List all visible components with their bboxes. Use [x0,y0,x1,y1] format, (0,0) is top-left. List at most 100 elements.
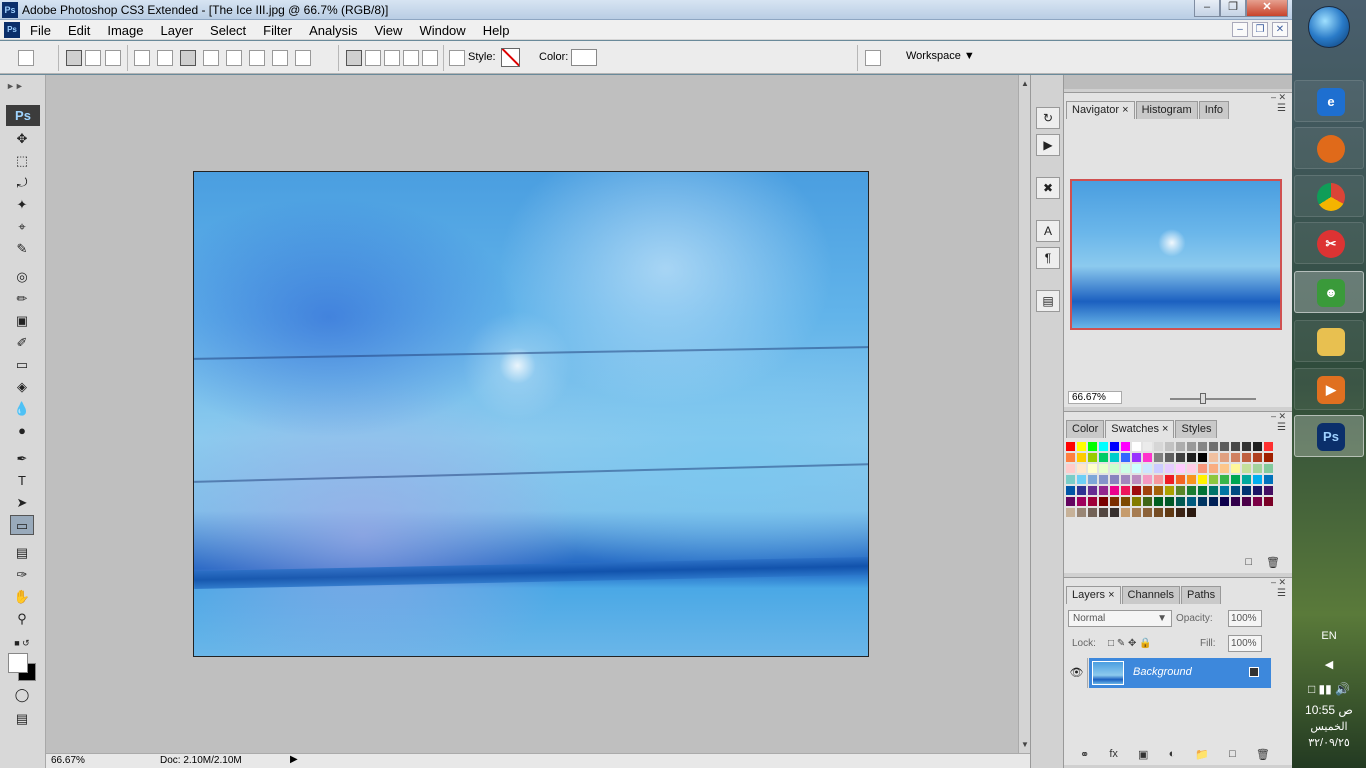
canvas-area[interactable] [46,75,1030,753]
custom-shape-icon[interactable] [295,50,311,66]
color-swatch[interactable] [1264,442,1274,452]
marquee-tool-icon[interactable]: ⬚ [10,151,34,171]
color-swatch[interactable] [1242,497,1252,507]
lasso-tool-icon[interactable]: ⤾ [10,173,34,193]
new-group-icon[interactable]: 📁 [1195,748,1209,761]
color-swatch[interactable] [1253,453,1263,463]
color-swatch[interactable] [1231,475,1241,485]
pen-tool-icon[interactable] [134,50,150,66]
rectangle-tool-icon[interactable]: ▭ [10,515,34,535]
color-swatch[interactable] [1264,497,1274,507]
language-indicator[interactable]: EN [1292,630,1366,642]
new-swatch-icon[interactable]: □ [1245,556,1252,569]
color-swatch[interactable] [1253,464,1263,474]
doc-close-button[interactable]: ✕ [1272,22,1288,37]
color-swatch[interactable] [1176,442,1186,452]
color-swatch[interactable] [1220,464,1230,474]
rectangle-shape-icon[interactable] [180,50,196,66]
color-swatch[interactable] [1154,442,1164,452]
delete-swatch-icon[interactable]: 🗑 [1266,556,1280,569]
color-swatch[interactable] [1231,464,1241,474]
color-swatch[interactable] [1088,508,1098,518]
screen-mode-icon[interactable]: ▤ [10,709,34,729]
color-swatch[interactable] [1132,442,1142,452]
panel-minimize-icon[interactable]: – ✕ [1271,92,1286,103]
color-swatch[interactable] [1077,464,1087,474]
color-swatch[interactable] [1264,486,1274,496]
quick-mask-icon[interactable]: ◯ [10,685,34,705]
color-swatch[interactable] [1132,486,1142,496]
color-swatch[interactable] [1099,486,1109,496]
tab-channels[interactable]: Channels [1121,586,1180,604]
color-swatch[interactable] [1143,486,1153,496]
color-swatch[interactable] [1176,508,1186,518]
scroll-up-icon[interactable]: ▲ [1021,79,1029,88]
color-swatch[interactable] [1121,486,1131,496]
color-swatch[interactable] [1143,464,1153,474]
color-swatch[interactable] [1077,453,1087,463]
color-swatch[interactable] [1209,497,1219,507]
color-swatch[interactable] [1143,508,1153,518]
color-swatch[interactable] [1176,464,1186,474]
color-swatch[interactable] [1253,486,1263,496]
menu-window[interactable]: Window [419,23,465,38]
layer-selection[interactable]: Background [1089,658,1271,688]
color-swatch[interactable] [1165,464,1175,474]
color-swatch[interactable] [1154,486,1164,496]
color-swatch[interactable] [1187,453,1197,463]
color-swatch[interactable] [1231,497,1241,507]
tab-paths[interactable]: Paths [1181,586,1222,604]
color-swatch[interactable] [1165,497,1175,507]
color-picker[interactable] [6,651,38,685]
color-swatch[interactable] [1220,442,1230,452]
color-swatch[interactable] [1121,453,1131,463]
color-swatch[interactable] [1176,475,1186,485]
color-swatch[interactable] [1264,475,1274,485]
polygon-icon[interactable] [249,50,265,66]
color-swatch[interactable] [1209,475,1219,485]
pen-tool-icon[interactable]: ✒ [10,449,34,469]
menu-analysis[interactable]: Analysis [309,23,357,38]
notes-tool-icon[interactable]: ▤ [10,543,34,563]
minimize-button[interactable]: – [1194,0,1220,17]
healing-brush-icon[interactable]: ◎ [10,267,34,287]
line-icon[interactable] [272,50,288,66]
move-tool-icon[interactable]: ✥ [10,129,34,149]
color-swatch[interactable] [1154,475,1164,485]
color-swatch[interactable] [1077,486,1087,496]
history-brush-icon[interactable]: ✐ [10,333,34,353]
color-swatch[interactable] [1220,475,1230,485]
color-swatch[interactable] [1110,486,1120,496]
color-swatch[interactable] [1165,453,1175,463]
vertical-scrollbar[interactable]: ▲ ▼ [1018,75,1030,753]
color-swatch[interactable] [1231,486,1241,496]
opacity-field[interactable]: 100% [1228,610,1262,627]
color-swatch[interactable] [1198,453,1208,463]
color-swatch[interactable] [1121,464,1131,474]
color-swatch[interactable] [1110,464,1120,474]
eraser-tool-icon[interactable]: ▭ [10,355,34,375]
shape-layers-mode-icon[interactable] [66,50,82,66]
exclude-shape-icon[interactable] [422,50,438,66]
color-swatch[interactable] [1066,442,1076,452]
tab-swatches[interactable]: Swatches × [1105,420,1175,438]
color-swatch[interactable] [1066,453,1076,463]
expand-tray-icon[interactable]: ◀ [1292,658,1366,671]
brush-tool-icon[interactable]: ✏ [10,289,34,309]
color-swatch[interactable] [1242,475,1252,485]
color-swatch[interactable] [1088,453,1098,463]
menu-help[interactable]: Help [483,23,510,38]
color-swatch[interactable] [1099,442,1109,452]
color-swatch[interactable] [1110,453,1120,463]
color-swatch[interactable] [1154,497,1164,507]
color-swatch[interactable] [1220,486,1230,496]
menu-filter[interactable]: Filter [263,23,292,38]
taskbar-messenger[interactable]: ☻ [1294,271,1364,313]
color-swatch[interactable] [1088,442,1098,452]
color-swatch[interactable] [1187,497,1197,507]
color-swatch[interactable] [1143,442,1153,452]
foreground-color[interactable] [8,653,28,673]
menu-file[interactable]: File [30,23,51,38]
color-swatch[interactable] [1154,453,1164,463]
color-swatch[interactable] [1121,497,1131,507]
